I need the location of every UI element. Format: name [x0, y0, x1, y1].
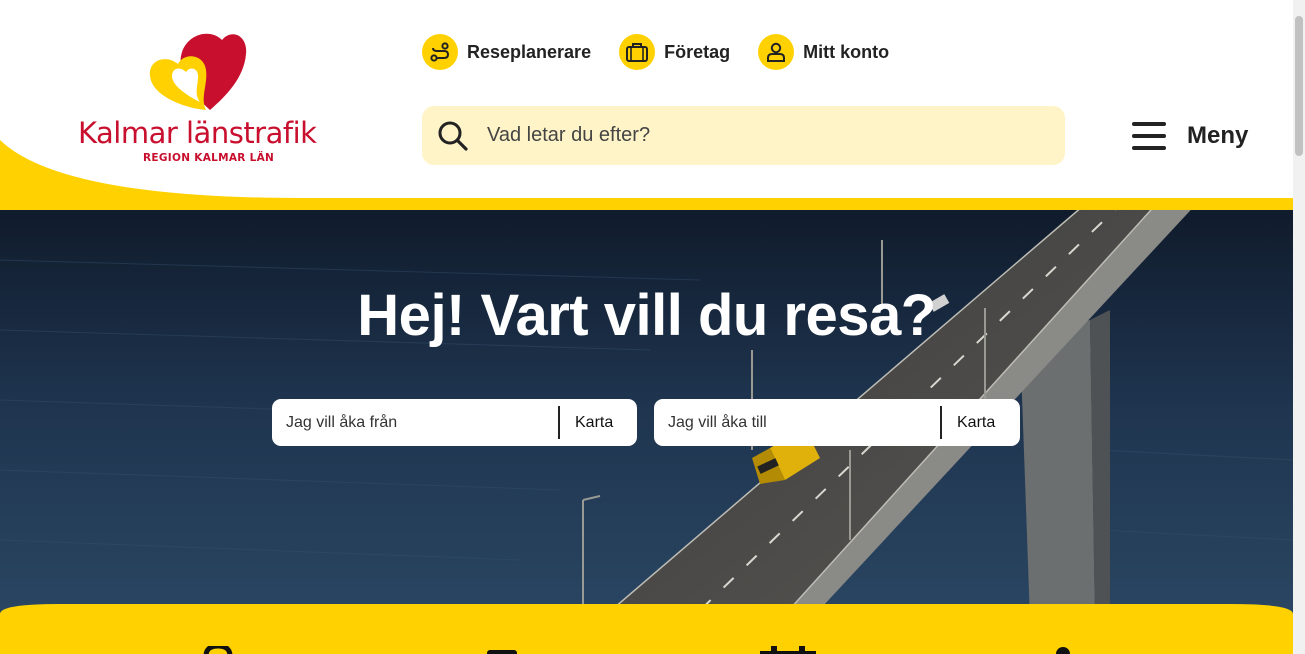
briefcase-icon — [626, 43, 649, 62]
hamburger-icon — [1132, 122, 1166, 150]
toplink-mitt-konto[interactable]: Mitt konto — [758, 34, 889, 70]
scrollbar[interactable] — [1293, 0, 1305, 654]
site-header: Kalmar länstrafik REGION KALMAR LÄN Rese… — [0, 0, 1293, 210]
from-input[interactable] — [284, 412, 558, 433]
logo-name: Kalmar länstrafik — [78, 116, 317, 150]
logo[interactable]: Kalmar länstrafik REGION KALMAR LÄN — [78, 30, 323, 170]
top-links: Reseplanerare Företag Mitt konto — [422, 34, 917, 70]
to-field[interactable]: Karta — [654, 399, 1020, 446]
scrollbar-thumb[interactable] — [1295, 16, 1303, 156]
from-map-button[interactable]: Karta — [560, 414, 628, 432]
toplink-foretag[interactable]: Företag — [619, 34, 730, 70]
route-icon — [430, 42, 450, 62]
toplink-reseplanerare[interactable]: Reseplanerare — [422, 34, 591, 70]
info-icon[interactable] — [1053, 646, 1073, 654]
quicklinks-band — [0, 604, 1293, 654]
heart-logo-icon — [149, 33, 247, 110]
from-field[interactable]: Karta — [272, 399, 637, 446]
user-icon — [767, 42, 786, 62]
to-map-button[interactable]: Karta — [942, 414, 1010, 432]
search-icon[interactable] — [436, 119, 470, 153]
hero-background-photo — [0, 200, 1293, 620]
hero-section — [0, 200, 1293, 620]
to-input[interactable] — [666, 412, 940, 433]
search-input[interactable] — [485, 123, 1049, 148]
hero-title: Hej! Vart vill du resa? — [357, 283, 936, 348]
toplink-label: Företag — [664, 41, 731, 62]
page: Hej! Vart vill du resa? Karta Karta — [0, 0, 1293, 654]
menu-button[interactable]: Meny — [1131, 116, 1248, 156]
calendar-icon[interactable] — [759, 646, 817, 654]
ticket-icon[interactable] — [486, 648, 518, 654]
site-search[interactable] — [422, 106, 1065, 165]
menu-label: Meny — [1187, 122, 1249, 149]
toplink-label: Reseplanerare — [467, 41, 592, 62]
location-pin-icon[interactable] — [203, 646, 233, 654]
toplink-label: Mitt konto — [803, 41, 890, 62]
logo-region: REGION KALMAR LÄN — [143, 152, 275, 164]
